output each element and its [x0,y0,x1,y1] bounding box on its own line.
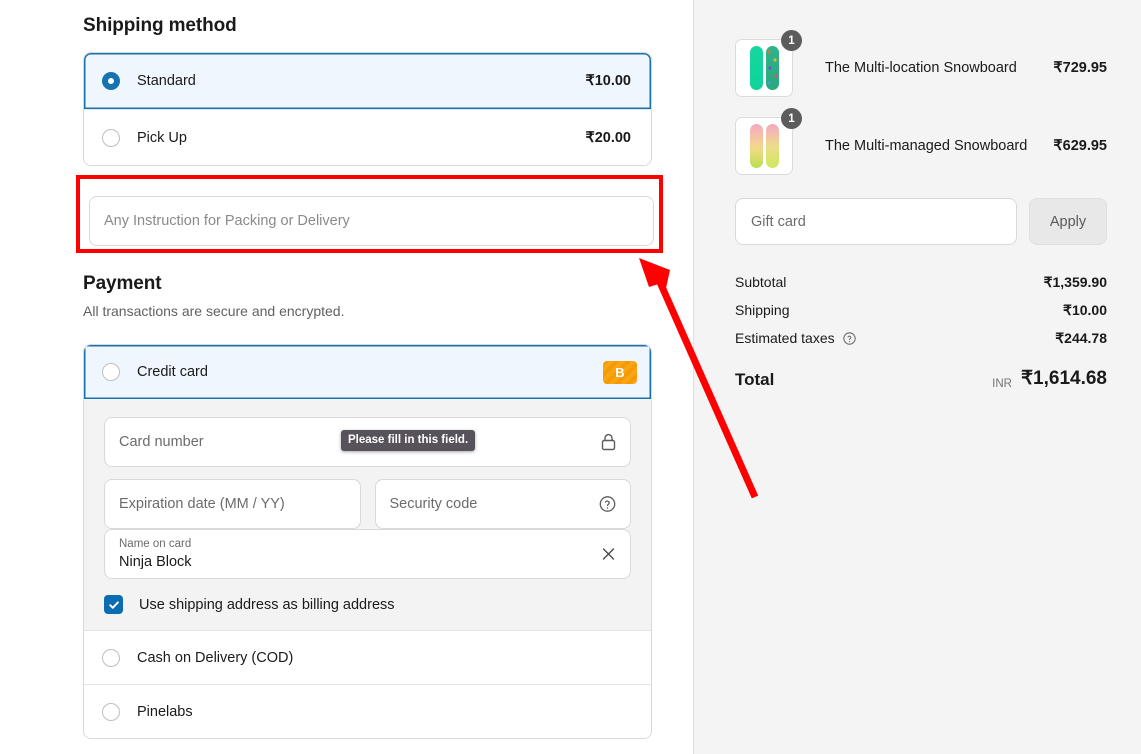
clear-icon[interactable] [600,546,617,563]
order-item: 1 The Multi-managed Snowboard ₹629.95 [735,107,1107,185]
radio-pinelabs-icon[interactable] [102,703,120,721]
card-number-input[interactable]: Card number Please fill in this field. [104,417,631,467]
name-on-card-input[interactable]: Name on card Ninja Block [104,529,631,579]
order-item-price: ₹729.95 [1053,60,1107,76]
billing-address-checkbox-row[interactable]: Use shipping address as billing address [104,595,631,614]
instruction-input-placeholder: Any Instruction for Packing or Delivery [104,213,350,229]
gift-card-placeholder: Gift card [751,214,806,230]
board-shape [766,124,779,168]
card-expiry-cvv-row: Expiration date (MM / YY) Security code [104,479,631,529]
estimated-taxes-label: Estimated taxes [735,330,835,346]
shipping-options-card: Standard ₹10.00 Pick Up ₹20.00 [83,52,652,166]
subtotal-label: Subtotal [735,274,1044,290]
card-number-placeholder: Card number [119,434,204,450]
expiration-date-input[interactable]: Expiration date (MM / YY) [104,479,361,529]
custom-text-field-highlight: Any Instruction for Packing or Delivery [76,175,663,253]
help-circle-icon[interactable] [598,495,617,514]
payment-method-cod[interactable]: Cash on Delivery (COD) [84,630,651,684]
item-quantity-badge: 1 [781,108,802,129]
radio-credit-card-icon[interactable] [102,363,120,381]
gift-card-input[interactable]: Gift card [735,198,1017,245]
radio-cod-icon[interactable] [102,649,120,667]
item-quantity-badge: 1 [781,30,802,51]
validation-tooltip: Please fill in this field. [341,430,475,451]
total-value: ₹1,614.68 [1021,367,1107,390]
total-label: Total [735,370,992,390]
shipping-option-pickup[interactable]: Pick Up ₹20.00 [84,109,651,165]
checkout-screen: Shipping method Standard ₹10.00 Pick Up … [0,0,1141,754]
checkbox-checked-icon[interactable] [104,595,123,614]
payment-subtitle: All transactions are secure and encrypte… [83,303,652,319]
estimated-taxes-value: ₹244.78 [1055,330,1107,347]
info-circle-icon[interactable] [842,331,857,346]
gift-card-row: Gift card Apply [735,198,1107,245]
security-code-input[interactable]: Security code [375,479,632,529]
payment-method-pinelabs[interactable]: Pinelabs [84,684,651,738]
order-items-list: 1 The Multi-location Snowboard ₹729.95 1… [735,29,1107,185]
currency-code: INR [992,378,1012,390]
order-summary-panel: 1 The Multi-location Snowboard ₹729.95 1… [693,0,1141,754]
payment-method-cod-label: Cash on Delivery (COD) [137,650,637,666]
payment-methods-card: Credit card B Card number Please fill in… [83,344,652,739]
name-on-card-value: Ninja Block [119,554,192,570]
checkout-form-panel: Shipping method Standard ₹10.00 Pick Up … [0,0,693,754]
product-thumbnail-wrap: 1 [735,39,793,97]
instruction-input[interactable]: Any Instruction for Packing or Delivery [89,196,654,246]
name-on-card-label: Name on card [119,538,191,551]
credit-card-form: Card number Please fill in this field. E… [84,399,651,630]
security-code-placeholder: Security code [390,496,478,512]
payment-title: Payment [83,273,652,295]
subtotal-value: ₹1,359.90 [1044,274,1107,291]
totals-row-total: Total INR ₹1,614.68 [735,352,1107,390]
board-shape [750,46,763,90]
order-item-name: The Multi-location Snowboard [825,60,1053,76]
totals-row-shipping: Shipping ₹10.00 [735,296,1107,324]
board-shape [766,46,779,90]
totals-row-subtotal: Subtotal ₹1,359.90 [735,268,1107,296]
radio-standard-icon[interactable] [102,72,120,90]
board-shape [750,124,763,168]
card-brand-badge-icon: B [603,361,637,384]
shipping-option-standard[interactable]: Standard ₹10.00 [84,53,651,109]
order-totals: Subtotal ₹1,359.90 Shipping ₹10.00 Estim… [735,268,1107,390]
order-item-name: The Multi-managed Snowboard [825,138,1053,154]
radio-pickup-icon[interactable] [102,129,120,147]
expiration-date-placeholder: Expiration date (MM / YY) [119,496,285,512]
shipping-option-pickup-price: ₹20.00 [585,130,631,146]
payment-method-pinelabs-label: Pinelabs [137,704,637,720]
shipping-option-pickup-label: Pick Up [137,130,585,146]
shipping-option-standard-label: Standard [137,73,585,89]
shipping-label: Shipping [735,302,1063,318]
order-item: 1 The Multi-location Snowboard ₹729.95 [735,29,1107,107]
shipping-section: Shipping method Standard ₹10.00 Pick Up … [83,0,652,166]
product-thumbnail-wrap: 1 [735,117,793,175]
payment-section-header: Payment All transactions are secure and … [83,273,652,319]
payment-method-credit-card-label: Credit card [137,364,603,380]
shipping-option-standard-price: ₹10.00 [585,73,631,89]
shipping-value: ₹10.00 [1063,302,1107,319]
totals-row-taxes: Estimated taxes ₹244.78 [735,324,1107,352]
shipping-method-title: Shipping method [83,15,652,37]
payment-method-credit-card[interactable]: Credit card B [84,345,651,399]
order-item-price: ₹629.95 [1053,138,1107,154]
apply-gift-card-button[interactable]: Apply [1029,198,1107,245]
estimated-taxes-label-wrap: Estimated taxes [735,330,1055,346]
apply-button-label: Apply [1050,214,1086,230]
lock-icon [600,433,617,452]
billing-address-checkbox-label: Use shipping address as billing address [139,597,395,613]
